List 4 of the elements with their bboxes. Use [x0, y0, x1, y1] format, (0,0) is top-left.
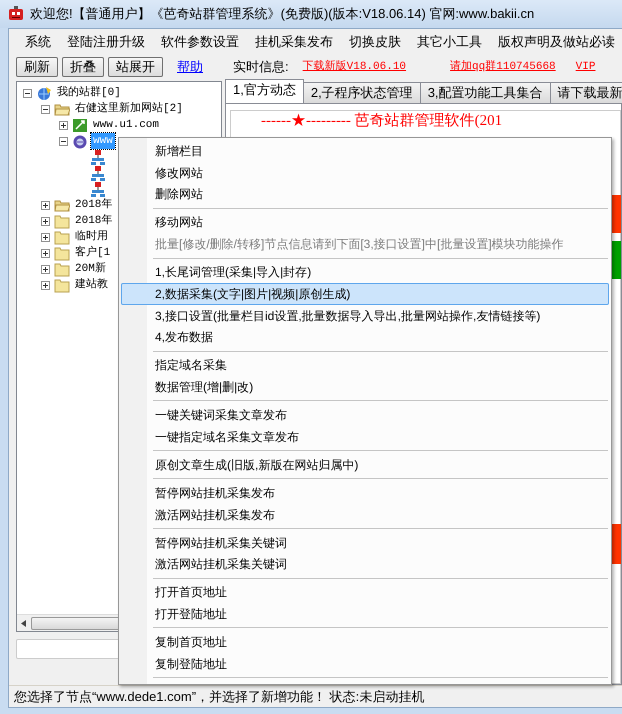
- headline: ------★--------- 芭奇站群管理软件(201: [260, 112, 504, 131]
- info-label: 实时信息:: [233, 58, 289, 76]
- menu-item: 批量[修改/删除/转移]节点信息请到下面[3,接口设置]中[批量设置]模块功能操作: [154, 236, 565, 254]
- window-title: 欢迎您!【普通用户】《芭奇站群管理系统》(免费版)(版本:V18.06.14) 官网:www.bakii.cn: [30, 5, 534, 24]
